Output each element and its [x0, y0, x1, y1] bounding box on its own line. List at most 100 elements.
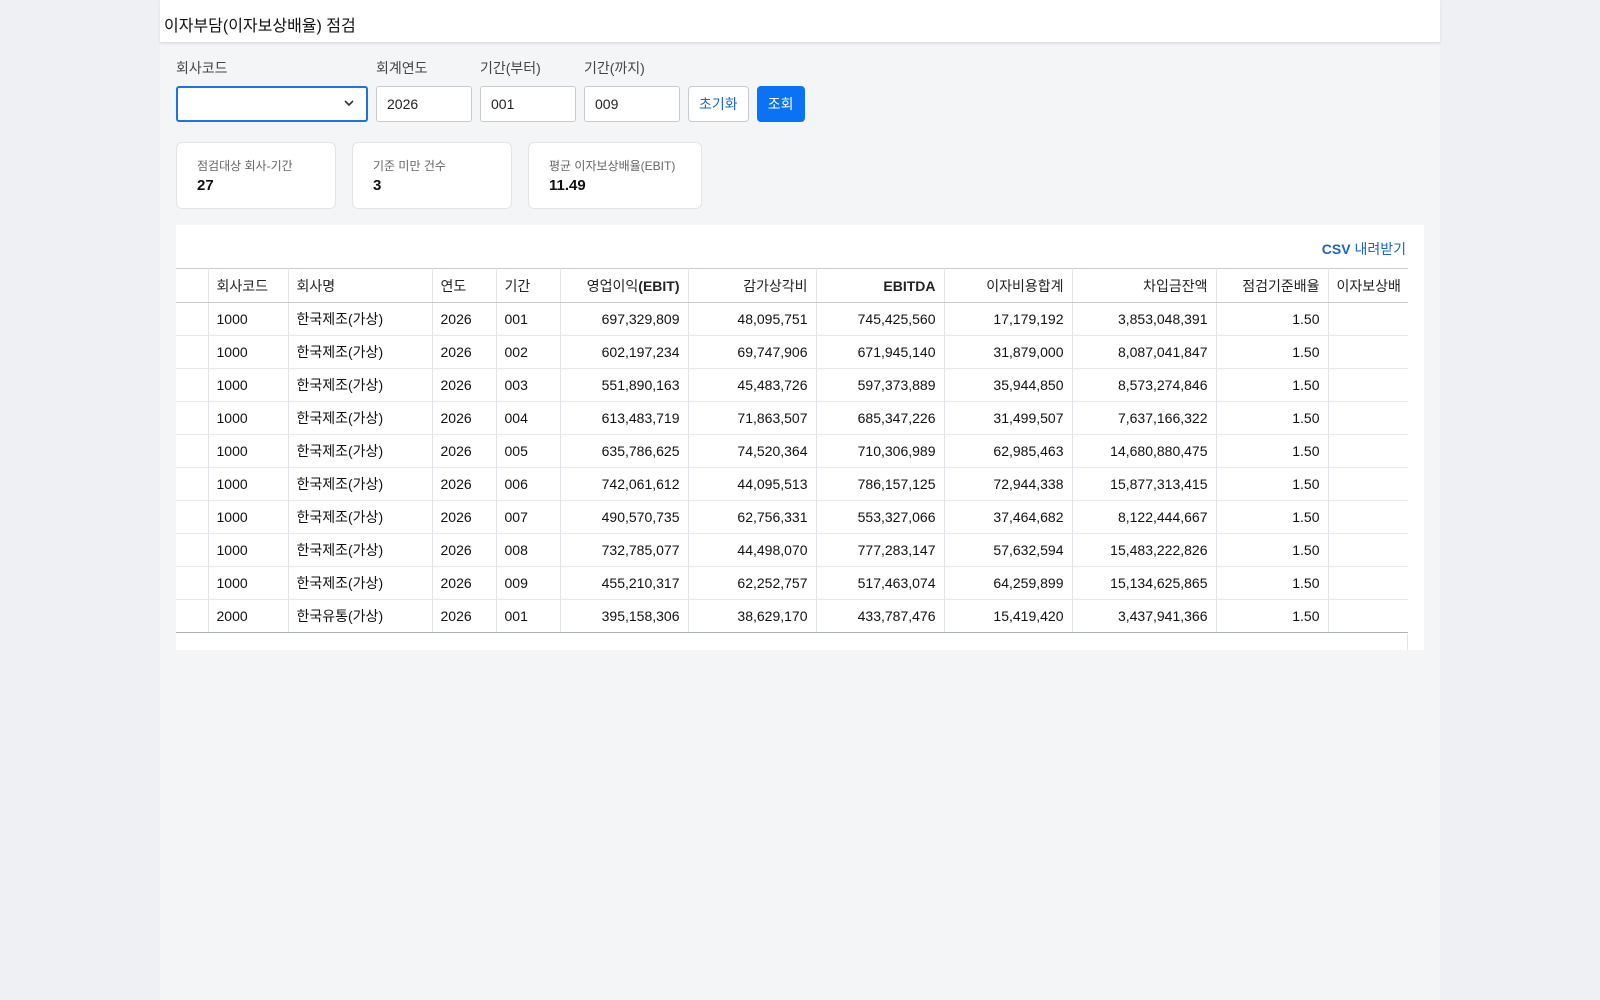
horizontal-scrollbar[interactable] — [176, 634, 1408, 650]
period-from-field: 기간(부터) — [480, 58, 576, 122]
column-header-depreciation[interactable]: 감가상각비 — [688, 268, 817, 303]
cell-ebitda: 745,425,560 — [816, 302, 945, 336]
column-header-borrowings[interactable]: 차입금잔액 — [1072, 268, 1217, 303]
cell-select — [176, 566, 209, 600]
card-value: 11.49 — [549, 177, 586, 194]
cell-company-code: 1000 — [208, 566, 289, 600]
cell-company-code: 1000 — [208, 401, 289, 435]
period-from-input[interactable] — [480, 86, 576, 122]
cell-borrowings: 8,573,274,846 — [1072, 368, 1217, 402]
page: 이자부담(이자보상배율) 점검 회사코드 회계연도 기간(부터) 기간(까지) … — [160, 0, 1440, 1000]
year-input[interactable] — [376, 86, 472, 122]
table-row[interactable]: 1000 한국제조(가상) 2026 002 602,197,234 69,747,906… — [176, 335, 1410, 369]
card-label: 점검대상 회사-기간 — [197, 159, 293, 173]
cell-borrowings: 3,437,941,366 — [1072, 599, 1217, 633]
table-row[interactable]: 1000 한국제조(가상) 2026 009 455,210,317 62,252,757… — [176, 566, 1410, 600]
cell-company-name: 한국제조(가상) — [288, 566, 433, 600]
vertical-scroll-gutter — [1408, 268, 1424, 650]
column-header-company-name[interactable]: 회사명 — [288, 268, 433, 303]
cell-select — [176, 368, 209, 402]
cell-depreciation: 74,520,364 — [688, 434, 817, 468]
card-label: 평균 이자보상배율(EBIT) — [549, 159, 676, 173]
cell-company-code: 1000 — [208, 467, 289, 501]
table-header-row: 회사코드 회사명 연도 기간 영업이익(EBIT) 감가상각비 EBITDA 이자비용합계 차입… — [176, 268, 1410, 303]
column-header-coverage-ratio[interactable]: 이자보상배 — [1328, 268, 1410, 303]
cell-year: 2026 — [432, 401, 497, 435]
cell-ebitda: 517,463,074 — [816, 566, 945, 600]
company-select[interactable] — [176, 86, 368, 122]
column-header-interest-expense[interactable]: 이자비용합계 — [944, 268, 1073, 303]
cell-company-name: 한국제조(가상) — [288, 500, 433, 534]
cell-select — [176, 302, 209, 336]
cell-ebit: 732,785,077 — [560, 533, 689, 567]
cell-coverage-ratio — [1328, 566, 1410, 600]
cell-company-name: 한국제조(가상) — [288, 368, 433, 402]
cell-coverage-ratio — [1328, 533, 1410, 567]
cell-interest-expense: 64,259,899 — [944, 566, 1073, 600]
cell-period: 007 — [496, 500, 561, 534]
year-label: 회계연도 — [376, 60, 428, 76]
cell-threshold-ratio: 1.50 — [1216, 566, 1329, 600]
table-row[interactable]: 1000 한국제조(가상) 2026 005 635,786,625 74,520,364… — [176, 434, 1410, 468]
table-row[interactable]: 1000 한국제조(가상) 2026 004 613,483,719 71,863,507… — [176, 401, 1410, 435]
column-header-year[interactable]: 연도 — [432, 268, 497, 303]
cell-period: 006 — [496, 467, 561, 501]
column-header-ebit[interactable]: 영업이익(EBIT) — [560, 268, 689, 303]
cell-interest-expense: 35,944,850 — [944, 368, 1073, 402]
cell-select — [176, 467, 209, 501]
cell-borrowings: 15,877,313,415 — [1072, 467, 1217, 501]
cell-ebit: 395,158,306 — [560, 599, 689, 633]
cell-coverage-ratio — [1328, 335, 1410, 369]
column-header-threshold-ratio[interactable]: 점검기준배율 — [1216, 268, 1329, 303]
header-text: 영업이익 — [586, 277, 639, 294]
cell-depreciation: 62,756,331 — [688, 500, 817, 534]
cell-borrowings: 7,637,166,322 — [1072, 401, 1217, 435]
period-from-label: 기간(부터) — [480, 60, 541, 76]
cell-select — [176, 401, 209, 435]
cell-interest-expense: 72,944,338 — [944, 467, 1073, 501]
summary-card-average-ratio: 평균 이자보상배율(EBIT) 11.49 — [528, 142, 702, 209]
reset-button[interactable]: 초기화 — [688, 86, 749, 122]
cell-interest-expense: 31,499,507 — [944, 401, 1073, 435]
column-header-period[interactable]: 기간 — [496, 268, 561, 303]
cell-interest-expense: 17,179,192 — [944, 302, 1073, 336]
cell-threshold-ratio: 1.50 — [1216, 434, 1329, 468]
cell-company-name: 한국제조(가상) — [288, 302, 433, 336]
cell-select — [176, 335, 209, 369]
cell-borrowings: 15,483,222,826 — [1072, 533, 1217, 567]
csv-suffix: 내려받기 — [1350, 241, 1406, 257]
cell-select — [176, 599, 209, 633]
cell-select — [176, 500, 209, 534]
cell-ebit: 602,197,234 — [560, 335, 689, 369]
period-to-input[interactable] — [584, 86, 680, 122]
column-header-company-code[interactable]: 회사코드 — [208, 268, 289, 303]
table-row[interactable]: 1000 한국제조(가상) 2026 007 490,570,735 62,756,331… — [176, 500, 1410, 534]
csv-download-link[interactable]: CSV 내려받기 — [1322, 239, 1406, 259]
column-header-ebitda[interactable]: EBITDA — [816, 268, 945, 303]
table-row[interactable]: 1000 한국제조(가상) 2026 001 697,329,809 48,095,751… — [176, 302, 1410, 336]
cell-depreciation: 44,498,070 — [688, 533, 817, 567]
cell-company-code: 2000 — [208, 599, 289, 633]
column-header-select[interactable] — [176, 268, 209, 303]
cell-threshold-ratio: 1.50 — [1216, 500, 1329, 534]
search-button[interactable]: 조회 — [756, 86, 805, 122]
cell-period: 008 — [496, 533, 561, 567]
cell-borrowings: 15,134,625,865 — [1072, 566, 1217, 600]
cell-company-name: 한국제조(가상) — [288, 335, 433, 369]
cell-interest-expense: 15,419,420 — [944, 599, 1073, 633]
cell-period: 005 — [496, 434, 561, 468]
table-row[interactable]: 2000 한국유통(가상) 2026 001 395,158,306 38,629,170… — [176, 599, 1410, 633]
cell-interest-expense: 62,985,463 — [944, 434, 1073, 468]
cell-threshold-ratio: 1.50 — [1216, 533, 1329, 567]
cell-ebitda: 597,373,889 — [816, 368, 945, 402]
cell-period: 003 — [496, 368, 561, 402]
table-row[interactable]: 1000 한국제조(가상) 2026 003 551,890,163 45,483,726… — [176, 368, 1410, 402]
table-row[interactable]: 1000 한국제조(가상) 2026 008 732,785,077 44,498,070… — [176, 533, 1410, 567]
summary-card-below-threshold: 기준 미만 건수 3 — [352, 142, 512, 209]
table-row[interactable]: 1000 한국제조(가상) 2026 006 742,061,612 44,095,513… — [176, 467, 1410, 501]
cell-depreciation: 45,483,726 — [688, 368, 817, 402]
cell-company-name: 한국제조(가상) — [288, 533, 433, 567]
cell-coverage-ratio — [1328, 434, 1410, 468]
data-table: 회사코드 회사명 연도 기간 영업이익(EBIT) 감가상각비 EBITDA 이자비용합계 차입… — [176, 268, 1410, 633]
cell-company-code: 1000 — [208, 533, 289, 567]
